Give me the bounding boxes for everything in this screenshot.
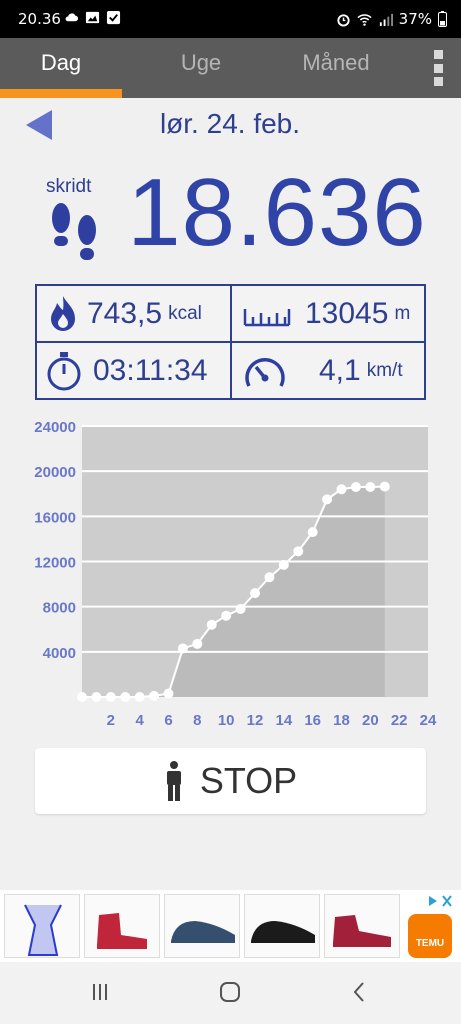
steps-label: skridt xyxy=(46,176,92,197)
distance-cell: 13045 m xyxy=(243,286,410,341)
chart-data-point xyxy=(221,610,232,621)
chart-x-tick-label: 4 xyxy=(135,712,144,729)
system-nav-bar xyxy=(0,962,461,1024)
chart-x-tick-label: 8 xyxy=(193,712,201,729)
battery-percent: 37% xyxy=(398,10,432,28)
chart-data-point xyxy=(264,572,275,583)
recent-apps-icon[interactable] xyxy=(88,980,112,1004)
calories-unit: kcal xyxy=(168,302,202,324)
back-arrow-icon[interactable] xyxy=(26,110,54,140)
ad-brand-logo[interactable]: TEMU xyxy=(408,914,452,958)
notification-icons xyxy=(64,10,121,25)
chart-data-point xyxy=(192,638,203,649)
chart-data-point xyxy=(350,481,361,492)
calories-cell: 743,5 kcal xyxy=(47,286,202,341)
chart-y-tick-label: 16000 xyxy=(34,509,76,526)
speed-cell: 4,1 km/t xyxy=(243,343,403,398)
chart-x-tick-label: 24 xyxy=(420,712,437,729)
distance-unit: m xyxy=(394,302,411,324)
flame-icon xyxy=(51,295,75,331)
chart-data-point xyxy=(206,619,217,630)
chart-data-point xyxy=(293,546,304,557)
status-time: 20.36 xyxy=(18,10,61,28)
battery-icon xyxy=(438,11,447,27)
check-icon xyxy=(106,10,121,25)
period-tabs: Dag Uge Måned xyxy=(0,38,461,98)
overflow-menu-button[interactable] xyxy=(431,50,445,86)
speedometer-icon xyxy=(245,357,285,387)
chart-y-tick-label: 4000 xyxy=(43,645,76,662)
chart-data-point xyxy=(177,643,188,654)
ad-product-image[interactable] xyxy=(84,894,160,958)
alarm-icon xyxy=(337,13,350,27)
chart-x-tick-label: 14 xyxy=(275,712,292,729)
home-icon[interactable] xyxy=(218,980,242,1004)
chart-y-tick-label: 20000 xyxy=(34,464,76,481)
chart-y-tick-label: 8000 xyxy=(43,600,76,617)
chart-data-point xyxy=(365,481,376,492)
chart-data-point xyxy=(163,688,174,699)
steps-chart: 40008000120001600020000240002 4 6 8 10 12 14 16… xyxy=(34,419,437,729)
chart-data-point xyxy=(322,494,333,505)
stats-grid: 743,5 kcal 13045 m 03:11:34 4,1 km/t xyxy=(35,284,426,400)
ad-choices-icon[interactable] xyxy=(427,894,455,908)
stop-button[interactable]: STOP xyxy=(35,748,426,814)
person-icon xyxy=(166,761,181,801)
chart-data-point xyxy=(91,692,102,702)
tab-week[interactable]: Uge xyxy=(140,38,262,98)
duration-value: 03:11:34 xyxy=(93,353,208,387)
chart-data-point xyxy=(278,559,289,570)
ad-product-image[interactable] xyxy=(244,894,320,958)
ad-product-image[interactable] xyxy=(324,894,400,958)
chart-data-point xyxy=(379,481,390,492)
ad-product-image[interactable] xyxy=(164,894,240,958)
steps-count: 18.636 xyxy=(127,159,427,266)
speed-unit: km/t xyxy=(366,359,403,381)
ad-banner[interactable]: TEMU xyxy=(0,890,461,962)
chart-data-point xyxy=(105,692,116,702)
chart-x-tick-label: 6 xyxy=(164,712,172,729)
speed-value: 4,1 xyxy=(319,353,361,387)
chart-x-tick-label: 16 xyxy=(304,712,321,729)
status-bar: 20.36 37% xyxy=(0,0,461,38)
chart-data-point xyxy=(134,692,145,702)
signal-icon xyxy=(379,13,393,26)
chart-data-point xyxy=(235,603,246,614)
stopwatch-icon xyxy=(47,351,81,390)
chart-data-point xyxy=(307,527,318,538)
chart-data-point xyxy=(250,588,260,599)
cloud-icon xyxy=(65,13,79,22)
chart-data-point xyxy=(77,692,87,702)
chart-x-tick-label: 20 xyxy=(362,712,379,729)
ruler-icon xyxy=(243,308,291,326)
main-content: lør. 24. feb. skridt 18.636 743,5 kcal 1… xyxy=(0,98,461,890)
image-icon xyxy=(85,11,100,24)
back-icon[interactable] xyxy=(348,980,372,1004)
chart-y-tick-label: 24000 xyxy=(34,419,76,436)
chart-x-tick-label: 22 xyxy=(391,712,408,729)
chart-data-point xyxy=(149,690,160,701)
date-title: lør. 24. feb. xyxy=(159,108,301,139)
chart-x-tick-label: 12 xyxy=(247,712,264,729)
chart-x-tick-label: 10 xyxy=(218,712,235,729)
wifi-icon xyxy=(357,13,372,26)
chart-x-tick-label: 2 xyxy=(107,712,115,729)
system-icons: 37% xyxy=(336,10,447,28)
chart-data-point xyxy=(336,484,347,495)
duration-cell: 03:11:34 xyxy=(45,343,208,398)
chart-x-tick-label: 18 xyxy=(333,712,350,729)
tab-month[interactable]: Måned xyxy=(280,38,392,98)
chart-data-point xyxy=(120,692,131,702)
calories-value: 743,5 xyxy=(87,296,163,330)
tab-day[interactable]: Dag xyxy=(0,38,122,98)
distance-value: 13045 xyxy=(305,296,389,330)
footprints-icon xyxy=(52,203,96,260)
stop-label: STOP xyxy=(199,760,298,801)
chart-y-tick-label: 12000 xyxy=(34,555,76,572)
ad-product-image[interactable] xyxy=(4,894,80,958)
